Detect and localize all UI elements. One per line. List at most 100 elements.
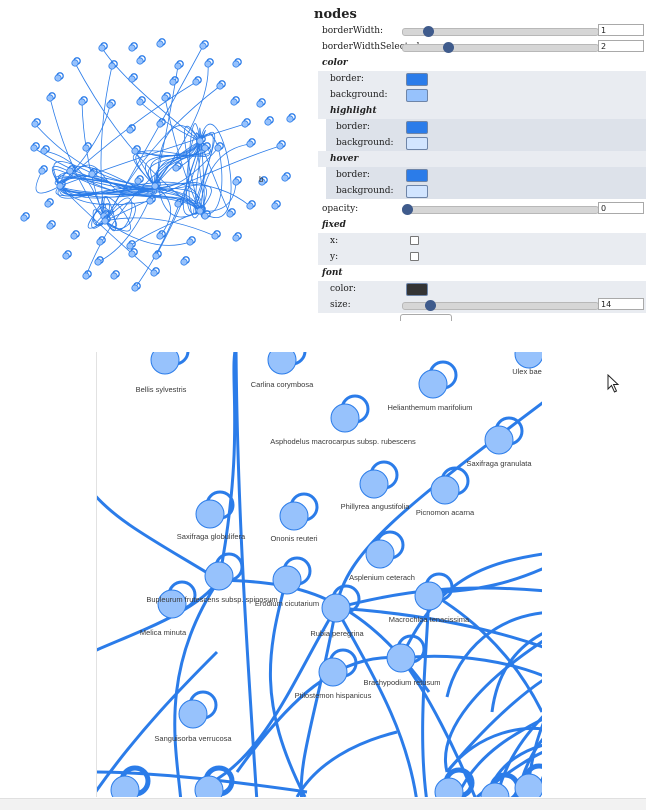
overview-node[interactable] (196, 137, 204, 145)
overview-node[interactable] (54, 74, 62, 82)
overview-node[interactable] (88, 170, 96, 178)
horizontal-scrollbar[interactable] (0, 798, 646, 810)
opacity-slider-thumb[interactable] (401, 204, 413, 215)
graph-node[interactable] (321, 593, 351, 623)
overview-node[interactable] (201, 144, 209, 152)
overview-node[interactable] (152, 252, 160, 260)
network-detail-canvas[interactable]: Bellis sylvestris Carlina corymbosa Ulex b… (97, 352, 542, 797)
opacity-slider[interactable] (401, 204, 599, 215)
overview-node[interactable] (56, 182, 64, 190)
fixed-x-checkbox[interactable] (410, 236, 419, 245)
overview-node[interactable] (38, 167, 46, 175)
overview-node[interactable] (230, 98, 238, 106)
overview-node[interactable] (40, 147, 48, 155)
borderwidth-slider[interactable] (402, 26, 599, 37)
overview-node[interactable] (246, 202, 254, 210)
overview-node[interactable] (256, 100, 264, 108)
color-border-swatch[interactable] (406, 73, 428, 86)
overview-node[interactable] (30, 144, 38, 152)
overview-node[interactable] (232, 234, 240, 242)
overview-node[interactable] (204, 60, 212, 68)
overview-node[interactable] (128, 44, 136, 52)
overview-node[interactable] (174, 62, 182, 70)
overview-node[interactable] (156, 120, 164, 128)
overview-node[interactable] (276, 142, 284, 150)
overview-node[interactable] (46, 94, 54, 102)
overview-node[interactable] (136, 57, 144, 65)
overview-node[interactable] (82, 272, 90, 280)
overview-node[interactable] (271, 202, 279, 210)
overview-node[interactable] (44, 200, 52, 208)
overview-node[interactable] (151, 182, 159, 190)
graph-node[interactable] (414, 581, 444, 611)
overview-node[interactable] (94, 258, 102, 266)
graph-node[interactable] (272, 565, 302, 595)
font-size-slider-thumb[interactable] (425, 300, 437, 311)
graph-node[interactable] (514, 352, 542, 369)
overview-node[interactable] (98, 44, 106, 52)
overview-node[interactable] (71, 59, 79, 67)
highlight-background-swatch[interactable] (406, 137, 428, 150)
borderwidthselected-slider[interactable] (402, 42, 599, 53)
overview-node[interactable] (186, 238, 194, 246)
overview-node[interactable] (156, 232, 164, 240)
graph-node[interactable] (150, 352, 180, 375)
hover-border-swatch[interactable] (406, 169, 428, 182)
graph-node[interactable] (514, 773, 542, 797)
overview-node[interactable] (172, 164, 180, 172)
overview-node[interactable] (196, 207, 204, 215)
overview-node[interactable] (82, 144, 90, 152)
borderwidth-slider-thumb[interactable] (423, 26, 435, 37)
overview-node[interactable] (108, 62, 116, 70)
graph-node[interactable] (204, 561, 234, 591)
overview-node[interactable] (96, 238, 104, 246)
overview-node[interactable] (128, 250, 136, 258)
graph-node[interactable] (318, 657, 348, 687)
overview-node[interactable] (216, 82, 224, 90)
font-face-input[interactable] (400, 314, 452, 321)
overview-node[interactable] (201, 212, 209, 220)
overview-node[interactable] (131, 147, 139, 155)
overview-node[interactable] (62, 252, 70, 260)
overview-node[interactable] (126, 126, 134, 134)
overview-node[interactable] (226, 210, 234, 218)
opacity-input[interactable]: 0 (598, 202, 644, 214)
overview-node[interactable] (174, 200, 182, 208)
network-overview[interactable]: b (0, 6, 312, 306)
graph-node[interactable] (178, 699, 208, 729)
overview-node[interactable] (31, 120, 39, 128)
hover-background-swatch[interactable] (406, 185, 428, 198)
graph-node[interactable] (195, 499, 225, 529)
graph-node[interactable] (359, 469, 389, 499)
overview-node[interactable] (180, 258, 188, 266)
overview-node[interactable] (126, 242, 134, 250)
borderwidth-input[interactable]: 1 (598, 24, 644, 36)
overview-node[interactable] (128, 75, 136, 83)
font-size-slider[interactable] (402, 300, 599, 311)
highlight-border-swatch[interactable] (406, 121, 428, 134)
graph-node[interactable] (267, 352, 297, 375)
overview-node[interactable] (286, 115, 294, 123)
graph-node[interactable] (430, 475, 460, 505)
overview-node[interactable] (192, 78, 200, 86)
font-color-swatch[interactable] (406, 283, 428, 296)
overview-node[interactable] (214, 144, 222, 152)
overview-node[interactable] (211, 232, 219, 240)
graph-node[interactable] (386, 643, 416, 673)
overview-node[interactable] (264, 118, 272, 126)
borderwidthselected-slider-thumb[interactable] (442, 42, 454, 53)
overview-node[interactable] (106, 101, 114, 109)
graph-node[interactable] (365, 539, 395, 569)
network-detail-view[interactable]: Bellis sylvestris Carlina corymbosa Ulex b… (96, 352, 542, 797)
overview-node[interactable] (169, 78, 177, 86)
overview-node[interactable] (66, 167, 74, 175)
overview-node[interactable] (134, 177, 142, 185)
overview-node[interactable] (232, 60, 240, 68)
overview-node[interactable] (150, 269, 158, 277)
font-size-input[interactable]: 14 (598, 298, 644, 310)
overview-node[interactable] (232, 178, 240, 186)
overview-node[interactable] (156, 40, 164, 48)
color-background-swatch[interactable] (406, 89, 428, 102)
overview-node[interactable] (136, 98, 144, 106)
graph-node[interactable] (484, 425, 514, 455)
